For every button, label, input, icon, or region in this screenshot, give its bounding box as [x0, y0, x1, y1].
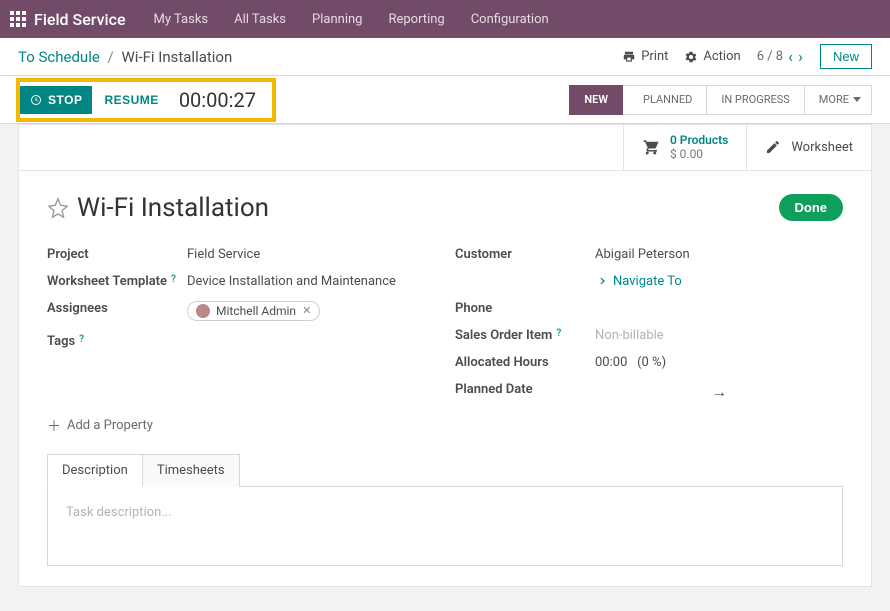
- pager: 6 / 8 ‹ ›: [757, 47, 804, 66]
- print-label: Print: [641, 49, 668, 64]
- content-area: 0 Products $ 0.00 Worksheet Wi-Fi Instal…: [0, 124, 890, 605]
- allocated-hours-label: Allocated Hours: [455, 355, 595, 370]
- nav-all-tasks[interactable]: All Tasks: [234, 12, 286, 27]
- page-title: Wi-Fi Installation: [77, 193, 269, 223]
- assignee-name: Mitchell Admin: [216, 304, 296, 318]
- project-label: Project: [47, 247, 187, 262]
- action-label: Action: [703, 49, 740, 64]
- arrow-right-icon: [595, 275, 607, 287]
- status-tabs: NEW PLANNED IN PROGRESS MORE: [569, 76, 890, 123]
- customer-label: Customer: [455, 247, 595, 262]
- worksheet-template-label: Worksheet Template?: [47, 274, 187, 289]
- nav-configuration[interactable]: Configuration: [471, 12, 549, 27]
- pager-next-icon[interactable]: ›: [798, 47, 803, 66]
- caret-down-icon: [853, 97, 861, 102]
- pager-text: 6 / 8: [757, 49, 783, 64]
- status-tab-more[interactable]: MORE: [805, 85, 872, 115]
- tab-timesheets[interactable]: Timesheets: [142, 454, 240, 487]
- add-property-label: Add a Property: [67, 418, 153, 433]
- tags-label: Tags?: [47, 334, 187, 349]
- status-tab-planned[interactable]: PLANNED: [623, 85, 707, 115]
- planned-date-value[interactable]: →: [595, 382, 843, 402]
- form-left-column: Project Field Service Worksheet Template…: [47, 241, 435, 408]
- new-button[interactable]: New: [820, 44, 872, 69]
- printer-icon: [622, 50, 636, 64]
- description-placeholder: Task description...: [66, 505, 172, 520]
- cart-icon: [642, 138, 660, 156]
- avatar-icon: [196, 304, 210, 318]
- top-navbar: Field Service My Tasks All Tasks Plannin…: [0, 0, 890, 38]
- phone-value[interactable]: [595, 301, 843, 316]
- toolbar-row: STOP RESUME 00:00:27 NEW PLANNED IN PROG…: [0, 76, 890, 124]
- clock-icon: [30, 94, 42, 106]
- gear-icon: [684, 50, 698, 64]
- timer-highlight-box: STOP RESUME 00:00:27: [16, 78, 276, 122]
- breadcrumb-parent[interactable]: To Schedule: [18, 48, 100, 66]
- stop-button[interactable]: STOP: [20, 86, 92, 114]
- title-row: Wi-Fi Installation Done: [47, 193, 843, 223]
- record-card: 0 Products $ 0.00 Worksheet Wi-Fi Instal…: [18, 124, 872, 587]
- timer-display: 00:00:27: [179, 88, 256, 112]
- tags-value[interactable]: [187, 334, 435, 349]
- app-brand[interactable]: Field Service: [34, 10, 126, 29]
- sales-order-label: Sales Order Item?: [455, 328, 595, 343]
- worksheet-label: Worksheet: [791, 140, 853, 155]
- chip-remove-icon[interactable]: ✕: [302, 304, 311, 317]
- form-right-column: Customer Abigail Peterson Navigate To: [455, 241, 843, 408]
- products-count: 0 Products: [670, 133, 728, 147]
- more-label: MORE: [819, 93, 849, 106]
- navigate-to-link[interactable]: Navigate To: [595, 274, 843, 289]
- done-button[interactable]: Done: [779, 194, 844, 221]
- card-topbar: 0 Products $ 0.00 Worksheet: [19, 125, 871, 171]
- breadcrumb: To Schedule / Wi-Fi Installation: [18, 48, 232, 66]
- sub-header: To Schedule / Wi-Fi Installation Print A…: [0, 38, 890, 76]
- worksheet-cell[interactable]: Worksheet: [746, 125, 871, 170]
- customer-value[interactable]: Abigail Peterson: [595, 247, 843, 262]
- assignees-label: Assignees: [47, 301, 187, 322]
- pencil-icon: [765, 139, 781, 155]
- add-property-button[interactable]: ＋ Add a Property: [47, 416, 843, 436]
- planned-date-label: Planned Date: [455, 382, 595, 402]
- breadcrumb-sep: /: [108, 48, 114, 66]
- assignees-value[interactable]: Mitchell Admin ✕: [187, 301, 435, 322]
- arrow-right-thin-icon: →: [711, 382, 727, 401]
- products-amount: $ 0.00: [670, 147, 728, 161]
- pager-prev-icon[interactable]: ‹: [788, 47, 793, 66]
- project-value[interactable]: Field Service: [187, 247, 435, 262]
- form-grid: Project Field Service Worksheet Template…: [47, 241, 843, 408]
- breadcrumb-current: Wi-Fi Installation: [121, 48, 232, 66]
- tab-description[interactable]: Description: [47, 454, 143, 487]
- resume-button[interactable]: RESUME: [92, 86, 170, 114]
- tabs: Description Timesheets: [47, 454, 843, 487]
- help-icon[interactable]: ?: [171, 274, 176, 285]
- navigate-label: Navigate To: [613, 274, 682, 289]
- nav-planning[interactable]: Planning: [312, 12, 362, 27]
- print-button[interactable]: Print: [622, 49, 668, 64]
- nav-reporting[interactable]: Reporting: [388, 12, 444, 27]
- nav-my-tasks[interactable]: My Tasks: [154, 12, 209, 27]
- favorite-star-icon[interactable]: [47, 197, 69, 219]
- sales-order-value[interactable]: Non-billable: [595, 328, 843, 343]
- products-cell[interactable]: 0 Products $ 0.00: [623, 125, 746, 170]
- allocated-hours-value[interactable]: 00:00 (0 %): [595, 355, 843, 370]
- stop-label: STOP: [48, 93, 82, 107]
- action-button[interactable]: Action: [684, 49, 740, 64]
- status-tab-new[interactable]: NEW: [569, 85, 623, 115]
- phone-label: Phone: [455, 301, 595, 316]
- help-icon[interactable]: ?: [556, 328, 561, 339]
- worksheet-template-value[interactable]: Device Installation and Maintenance: [187, 274, 435, 289]
- assignee-chip[interactable]: Mitchell Admin ✕: [187, 301, 320, 321]
- plus-icon: ＋: [47, 416, 61, 436]
- help-icon[interactable]: ?: [79, 334, 84, 345]
- status-tab-in-progress[interactable]: IN PROGRESS: [707, 85, 804, 115]
- apps-grid-icon[interactable]: [10, 11, 26, 27]
- header-actions: Print Action 6 / 8 ‹ › New: [622, 44, 872, 69]
- tab-panel[interactable]: Task description...: [47, 486, 843, 566]
- card-body: Wi-Fi Installation Done Project Field Se…: [19, 171, 871, 586]
